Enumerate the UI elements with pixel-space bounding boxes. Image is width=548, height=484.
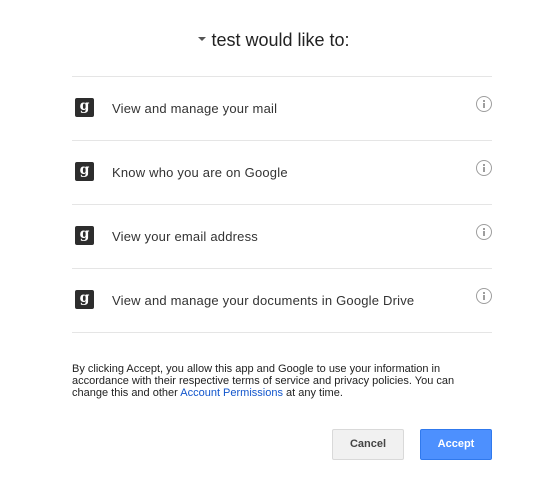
info-icon[interactable]: [476, 160, 492, 176]
consent-disclaimer: By clicking Accept, you allow this app a…: [72, 363, 472, 399]
scope-label: Know who you are on Google: [112, 165, 288, 180]
accept-button[interactable]: Accept: [420, 429, 492, 460]
info-icon[interactable]: [476, 288, 492, 304]
scope-label: View your email address: [112, 229, 258, 244]
google-g-icon: g: [75, 98, 94, 117]
scope-label: View and manage your documents in Google…: [112, 293, 415, 308]
google-g-icon: g: [75, 226, 94, 245]
account-permissions-link[interactable]: Account Permissions: [180, 387, 283, 399]
scope-label: View and manage your mail: [112, 101, 278, 116]
caret-down-icon[interactable]: [198, 37, 207, 42]
disclaimer-text-end: at any time.: [282, 387, 343, 399]
scope-item-email: g View your email address: [72, 205, 492, 269]
google-g-icon: g: [75, 290, 94, 309]
scope-item-drive: g View and manage your documents in Goog…: [72, 269, 492, 333]
scope-item-identity: g Know who you are on Google: [72, 141, 492, 205]
google-g-icon: g: [75, 162, 94, 181]
scope-item-mail: g View and manage your mail: [72, 77, 492, 141]
consent-title: test would like to:: [211, 30, 350, 50]
info-icon[interactable]: [476, 96, 492, 112]
info-icon[interactable]: [476, 224, 492, 240]
cancel-button[interactable]: Cancel: [332, 429, 404, 460]
consent-header: test would like to:: [0, 30, 548, 51]
scope-list: g View and manage your mail g Know who y…: [72, 76, 492, 333]
